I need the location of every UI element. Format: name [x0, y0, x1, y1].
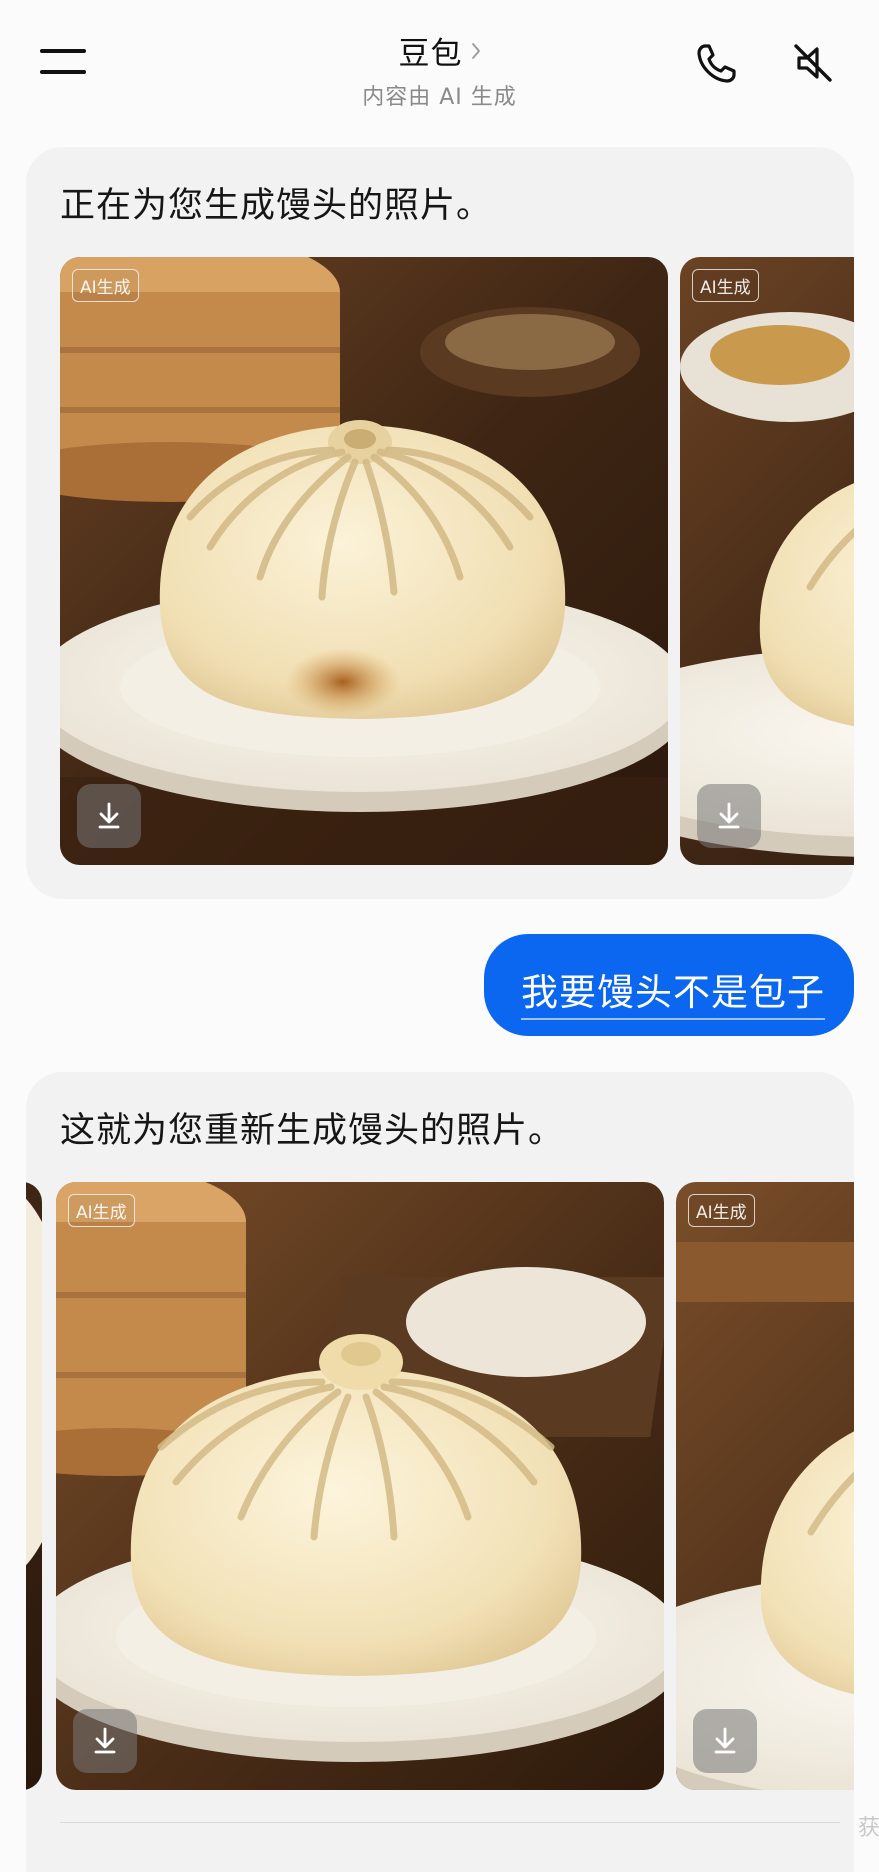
- mute-icon[interactable]: [790, 40, 836, 86]
- generated-image-partial[interactable]: [26, 1182, 42, 1790]
- generated-image[interactable]: AI生成: [676, 1182, 854, 1790]
- download-icon: [718, 802, 740, 829]
- bot-title-link[interactable]: 豆包: [399, 28, 481, 73]
- ai-generated-badge: AI生成: [692, 269, 759, 302]
- download-icon: [94, 1727, 116, 1754]
- download-icon: [98, 802, 120, 829]
- steamed-bun-photo: [676, 1182, 854, 1790]
- divider: [60, 1822, 840, 1823]
- steamed-bun-photo: [56, 1182, 664, 1790]
- chat-header: 豆包 内容由 AI 生成: [0, 0, 879, 130]
- assistant-message-text: 这就为您重新生成馒头的照片。: [60, 1111, 565, 1151]
- download-button[interactable]: [77, 784, 141, 848]
- generated-image[interactable]: AI生成: [680, 257, 854, 865]
- user-message-text: 我要馒头不是包子: [521, 962, 825, 1020]
- ai-disclaimer: 内容由 AI 生成: [362, 85, 517, 110]
- steamed-bun-photo: [680, 257, 854, 865]
- download-button[interactable]: [693, 1709, 757, 1773]
- chevron-right-icon: [471, 42, 480, 59]
- download-icon: [714, 1727, 736, 1754]
- header-title-block: 豆包 内容由 AI 生成: [0, 28, 879, 111]
- edge-text-fragment: 获: [858, 1816, 879, 1841]
- assistant-message-text: 正在为您生成馒头的照片。: [60, 186, 493, 226]
- assistant-message: 这就为您重新生成馒头的照片。 AI生成 AI生成: [26, 1072, 854, 1872]
- bot-name: 豆包: [398, 36, 463, 72]
- phone-icon[interactable]: [694, 40, 740, 86]
- user-message-bubble[interactable]: 我要馒头不是包子: [484, 934, 854, 1036]
- ai-generated-badge: AI生成: [688, 1194, 755, 1227]
- assistant-message: 正在为您生成馒头的照片。 AI生成 AI生成: [26, 147, 854, 899]
- generated-image[interactable]: AI生成: [56, 1182, 664, 1790]
- steamed-bun-photo: [60, 257, 668, 865]
- ai-generated-badge: AI生成: [72, 269, 139, 302]
- download-button[interactable]: [697, 784, 761, 848]
- ai-generated-badge: AI生成: [68, 1194, 135, 1227]
- download-button[interactable]: [73, 1709, 137, 1773]
- generated-image[interactable]: AI生成: [60, 257, 668, 865]
